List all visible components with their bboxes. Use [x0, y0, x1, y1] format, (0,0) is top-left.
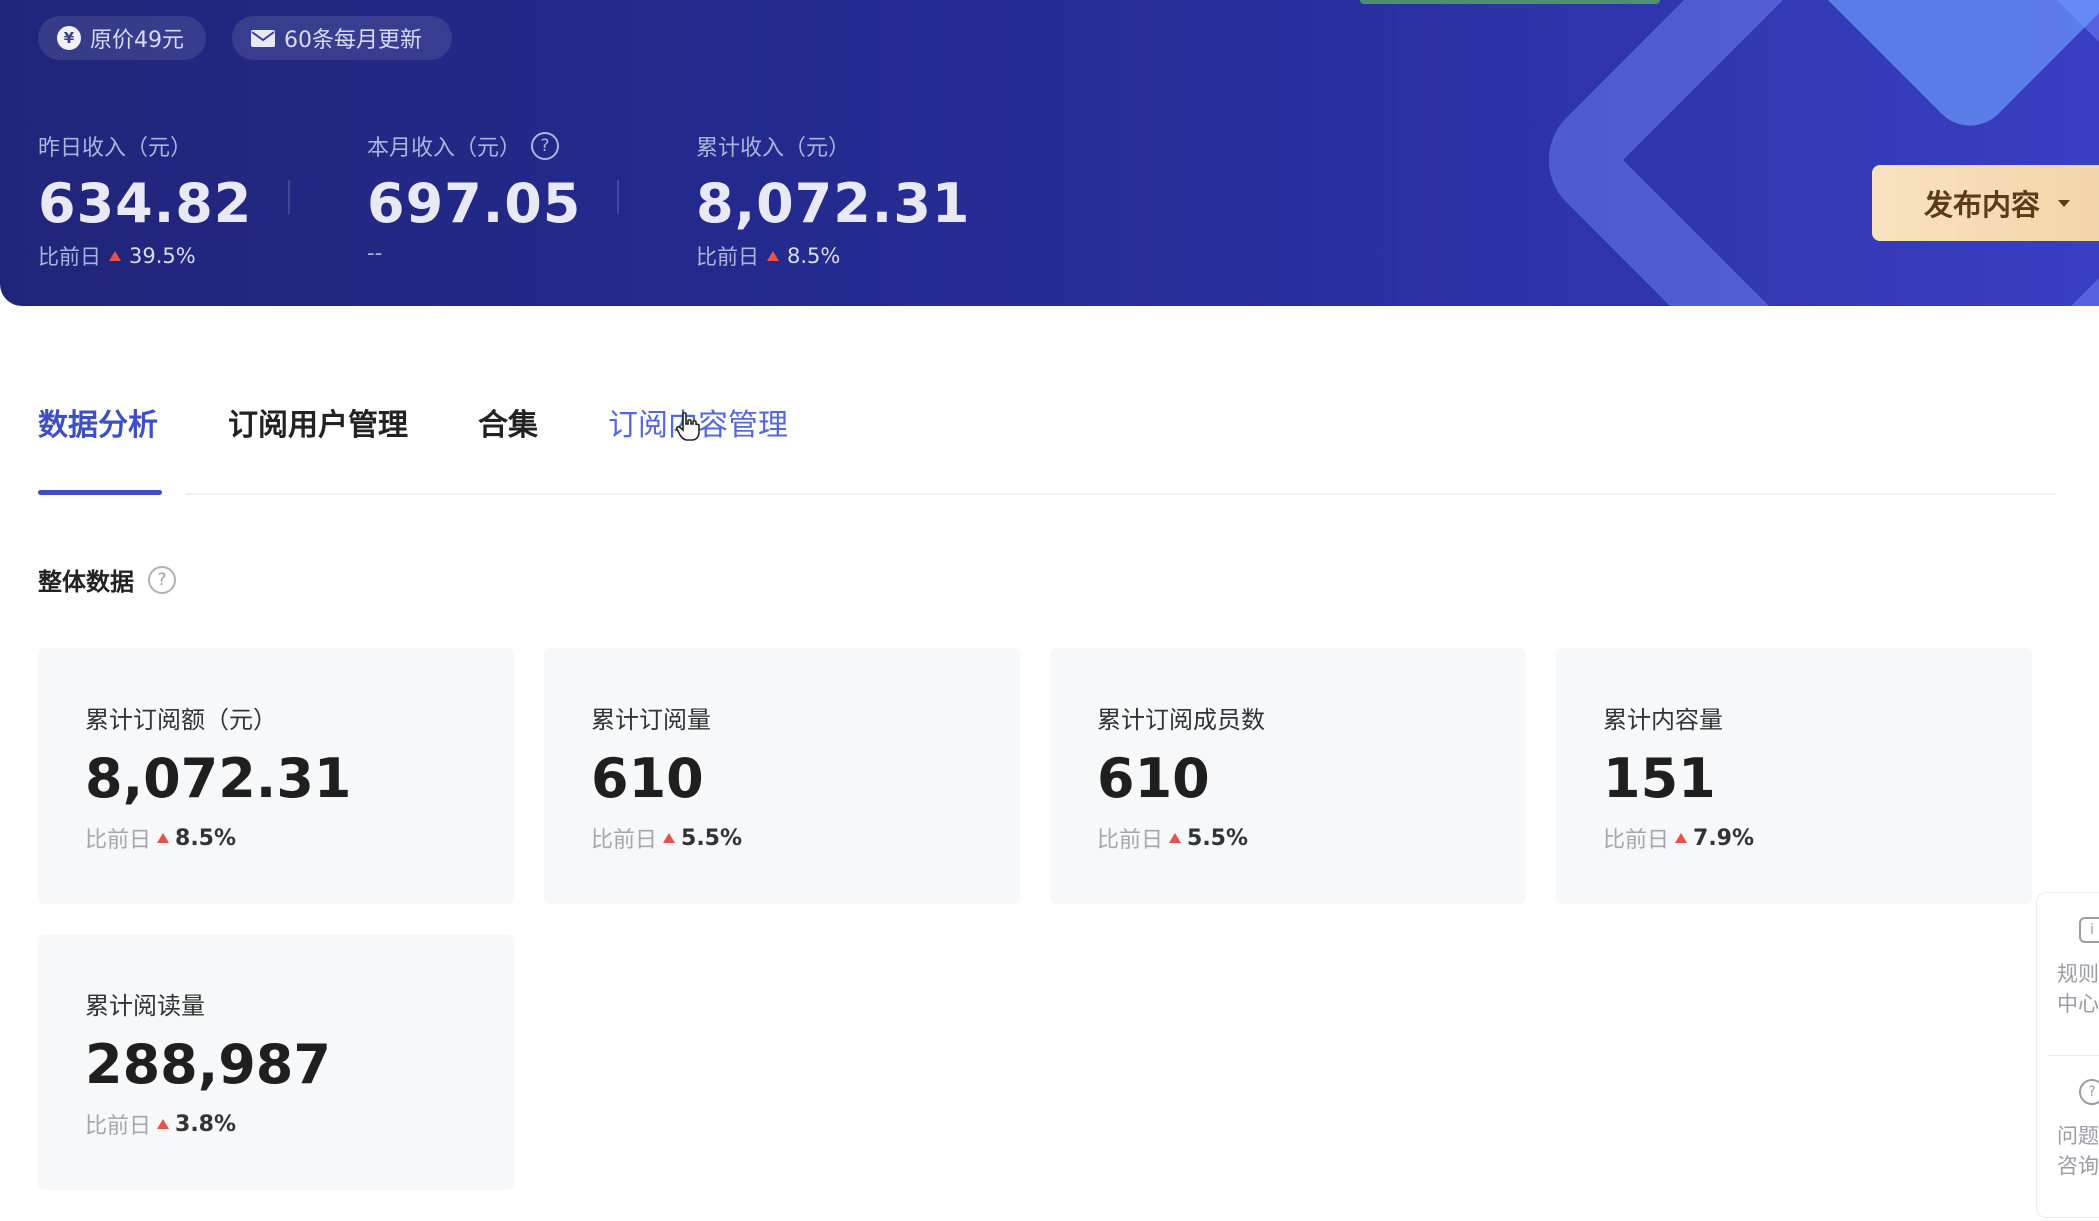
tab-divider	[186, 493, 2056, 495]
up-arrow-icon	[767, 251, 779, 261]
compare-percent: 8.5%	[175, 825, 237, 851]
compare-label: 比前日	[38, 245, 101, 269]
stat-value: 634.82	[38, 172, 253, 235]
metric-label: 累计阅读量	[85, 992, 205, 1020]
compare-percent: 5.5%	[1187, 825, 1249, 851]
section-header: 整体数据 ?	[38, 562, 176, 597]
stat-divider	[288, 180, 290, 214]
question-icon: ?	[2079, 1079, 2099, 1105]
coin-icon: ¥	[56, 25, 82, 51]
info-icon: i	[2079, 917, 2099, 943]
mail-icon	[250, 25, 276, 51]
up-arrow-icon	[1169, 833, 1182, 843]
metric-compare: 比前日 5.5%	[1097, 822, 1526, 854]
stat-month-income: 本月收入（元） ? 697.05 --	[367, 130, 581, 265]
metric-card-total-members: 累计订阅成员数 610 比前日 5.5%	[1050, 648, 1526, 904]
compare-percent: 3.8%	[175, 1111, 237, 1137]
help-icon[interactable]: ?	[148, 565, 176, 594]
help-inquiry-button[interactable]: ? 问题 咨询	[2057, 1079, 2099, 1181]
tab-bar: 数据分析 订阅用户管理 合集 订阅内容管理	[38, 400, 858, 464]
metric-compare: 比前日 7.9%	[1603, 822, 2032, 854]
section-title: 整体数据	[38, 568, 134, 596]
metric-card-total-subscription-amount: 累计订阅额（元） 8,072.31 比前日 8.5%	[38, 648, 514, 904]
stat-value: 8,072.31	[696, 172, 971, 235]
tab-subscriber-management[interactable]: 订阅用户管理	[228, 400, 408, 464]
stat-label-row: 本月收入（元） ?	[367, 130, 581, 162]
metric-card-total-content: 累计内容量 151 比前日 7.9%	[1556, 648, 2032, 904]
help-inquiry-label-1: 问题	[2057, 1124, 2099, 1148]
publish-button-label: 发布内容	[1924, 188, 2041, 222]
metric-card-total-subscriptions: 累计订阅量 610 比前日 5.5%	[544, 648, 1020, 904]
rules-center-label-1: 规则	[2057, 962, 2099, 986]
stat-yesterday-income: 昨日收入（元） 634.82 比前日 39.5%	[38, 130, 252, 271]
decorative-bar	[1360, 0, 1660, 4]
stat-value: 697.05	[367, 172, 582, 235]
update-badge: 60条每月更新	[232, 16, 452, 60]
metric-value: 610	[591, 747, 704, 810]
metric-compare: 比前日 3.8%	[85, 1108, 514, 1140]
metric-label: 累计内容量	[1603, 706, 1723, 734]
help-icon[interactable]: ?	[531, 132, 560, 160]
stat-label: 本月收入（元）	[367, 136, 522, 161]
stat-compare: 比前日 8.5%	[696, 241, 970, 271]
help-inquiry-label-2: 咨询	[2057, 1154, 2099, 1178]
stat-total-income: 累计收入（元） 8,072.31 比前日 8.5%	[696, 130, 970, 271]
metric-label: 累计订阅额（元）	[85, 706, 277, 734]
price-badge: ¥ 原价49元	[38, 16, 206, 60]
compare-label: 比前日	[85, 828, 152, 853]
publish-content-button[interactable]: 发布内容	[1872, 165, 2099, 241]
metric-label: 累计订阅量	[591, 706, 711, 734]
chevron-down-icon	[2058, 199, 2071, 207]
compare-label: --	[367, 241, 383, 265]
up-arrow-icon	[109, 251, 121, 261]
metric-value: 8,072.31	[85, 747, 352, 810]
hero-banner: ¥ 原价49元 60条每月更新 昨日收入（元） 634.82 比前日 39.5%…	[0, 0, 2099, 306]
rules-center-label-2: 中心	[2057, 992, 2099, 1016]
panel-divider	[2047, 1055, 2099, 1056]
metric-value: 610	[1097, 747, 1210, 810]
compare-percent: 8.5%	[787, 244, 841, 268]
compare-percent: 7.9%	[1693, 825, 1755, 851]
floating-side-panel: i 规则 中心 ? 问题 咨询	[2036, 892, 2099, 1218]
hand-cursor-icon	[675, 412, 700, 441]
compare-label: 比前日	[1097, 828, 1164, 853]
compare-label: 比前日	[85, 1114, 152, 1139]
up-arrow-icon	[157, 833, 170, 843]
compare-label: 比前日	[696, 245, 759, 269]
up-arrow-icon	[157, 1119, 170, 1129]
tab-data-analysis[interactable]: 数据分析	[38, 400, 158, 464]
stat-compare: --	[367, 241, 581, 265]
stat-label: 累计收入（元）	[696, 136, 851, 161]
metric-value: 151	[1603, 747, 1716, 810]
metric-compare: 比前日 8.5%	[85, 822, 514, 854]
stat-compare: 比前日 39.5%	[38, 241, 252, 271]
up-arrow-icon	[1675, 833, 1688, 843]
metric-card-total-reads: 累计阅读量 288,987 比前日 3.8%	[38, 934, 514, 1190]
up-arrow-icon	[663, 833, 676, 843]
metric-label: 累计订阅成员数	[1097, 706, 1265, 734]
compare-percent: 39.5%	[129, 244, 196, 268]
tab-collections[interactable]: 合集	[478, 400, 538, 464]
active-tab-indicator	[38, 490, 162, 495]
compare-label: 比前日	[591, 828, 658, 853]
stat-divider	[617, 180, 619, 214]
rules-center-button[interactable]: i 规则 中心	[2057, 917, 2099, 1019]
compare-label: 比前日	[1603, 828, 1670, 853]
compare-percent: 5.5%	[681, 825, 743, 851]
update-badge-label: 60条每月更新	[284, 28, 422, 53]
stat-label: 昨日收入（元）	[38, 136, 193, 161]
metric-compare: 比前日 5.5%	[591, 822, 1020, 854]
price-badge-label: 原价49元	[90, 28, 184, 53]
metric-value: 288,987	[85, 1033, 331, 1096]
